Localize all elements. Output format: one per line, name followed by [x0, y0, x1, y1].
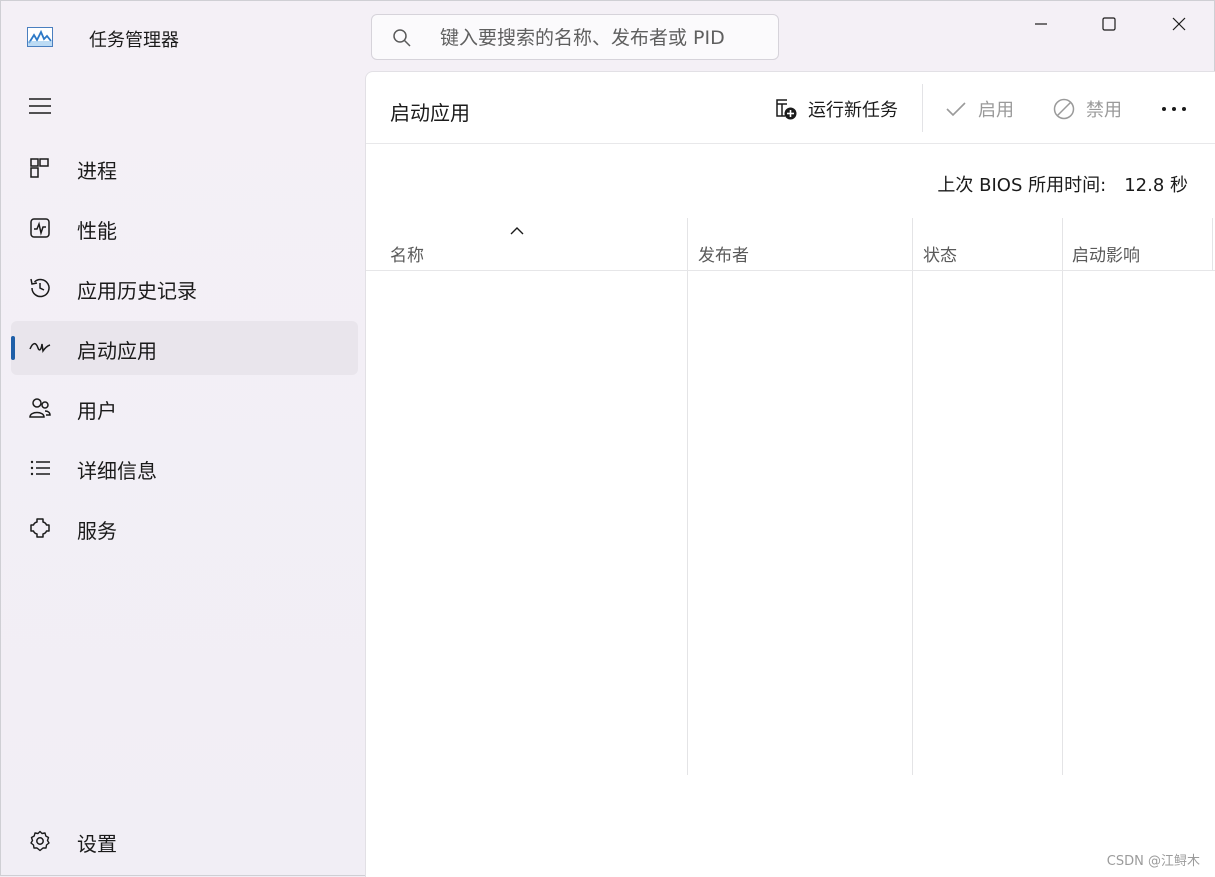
startup-apps-table: 名称 发布者 状态 启动影响 [366, 218, 1215, 778]
users-icon [29, 398, 51, 418]
sidebar-item-label: 服务 [77, 519, 117, 543]
enable-button[interactable]: 启用 [944, 90, 1014, 128]
search-box[interactable] [371, 14, 779, 60]
services-icon [30, 518, 50, 538]
sidebar-item-label: 用户 [77, 399, 117, 423]
column-header-publisher[interactable]: 发布者 [698, 218, 912, 270]
minimize-icon [1035, 23, 1047, 25]
enable-label: 启用 [978, 100, 1014, 121]
page-title: 启动应用 [390, 101, 470, 125]
processes-icon [30, 158, 49, 178]
column-header-label: 发布者 [698, 246, 749, 266]
bios-time: 上次 BIOS 所用时间: 12.8 秒 [937, 171, 1188, 197]
disable-button[interactable]: 禁用 [1052, 90, 1122, 128]
watermark: CSDN @江鲟木 [1106, 854, 1200, 869]
details-icon [30, 460, 50, 476]
close-button[interactable] [1144, 1, 1214, 47]
search-icon [393, 29, 411, 47]
sidebar-item-label: 应用历史记录 [77, 279, 197, 303]
sidebar-item-details[interactable]: 详细信息 [11, 441, 358, 495]
sidebar-item-startup-apps[interactable]: 启动应用 [11, 321, 358, 375]
checkmark-icon [946, 102, 966, 117]
maximize-icon [1102, 17, 1116, 31]
sidebar-item-label: 性能 [77, 219, 117, 243]
maximize-button[interactable] [1074, 1, 1144, 47]
bios-time-value: 12.8 秒 [1124, 175, 1188, 196]
app-title: 任务管理器 [89, 30, 179, 51]
column-header-startup-impact[interactable]: 启动影响 [1072, 218, 1212, 270]
prohibited-icon [1053, 98, 1075, 120]
main-panel: 启动应用 运行新任务 启用 禁用 上次 BIOS 所用时间: 12.8 秒 名称… [365, 71, 1215, 877]
sidebar-item-label: 启动应用 [77, 339, 157, 363]
task-manager-window: 任务管理器 进程 性能 [0, 0, 1215, 877]
history-icon [30, 278, 50, 298]
sidebar-item-processes[interactable]: 进程 [11, 141, 358, 195]
bios-time-label: 上次 BIOS 所用时间: [937, 175, 1107, 196]
run-new-task-icon [776, 99, 797, 120]
column-header-label: 名称 [390, 246, 424, 266]
column-header-label: 状态 [923, 246, 957, 266]
sidebar-item-label: 进程 [77, 159, 117, 183]
run-new-task-button[interactable]: 运行新任务 [774, 90, 898, 128]
close-icon [1172, 17, 1186, 31]
minimize-button[interactable] [1006, 1, 1076, 47]
sidebar-item-label: 详细信息 [77, 459, 157, 483]
toolbar: 启动应用 运行新任务 启用 禁用 [366, 72, 1215, 144]
sidebar-item-app-history[interactable]: 应用历史记录 [11, 261, 358, 315]
column-resize-handle[interactable] [1062, 218, 1063, 775]
sidebar-item-services[interactable]: 服务 [11, 501, 358, 555]
column-header-label: 启动影响 [1072, 246, 1140, 266]
toolbar-divider [922, 84, 923, 132]
run-new-task-label: 运行新任务 [808, 100, 898, 121]
sidebar-item-label: 设置 [77, 832, 117, 856]
gear-icon [30, 830, 50, 852]
column-header-status[interactable]: 状态 [923, 218, 1063, 270]
disable-label: 禁用 [1086, 100, 1122, 121]
more-options-button[interactable] [1160, 90, 1188, 128]
active-indicator [11, 336, 15, 360]
startup-icon [29, 342, 51, 354]
sidebar-item-settings[interactable]: 设置 [11, 814, 358, 868]
sidebar-item-users[interactable]: 用户 [11, 381, 358, 435]
performance-icon [30, 218, 50, 238]
search-input[interactable] [438, 23, 772, 53]
header-divider [366, 270, 1215, 271]
column-resize-handle[interactable] [912, 218, 913, 775]
column-resize-handle[interactable] [1212, 218, 1213, 270]
column-resize-handle[interactable] [687, 218, 688, 775]
sidebar-item-performance[interactable]: 性能 [11, 201, 358, 255]
more-options-icon [1162, 107, 1186, 111]
hamburger-menu-icon[interactable] [27, 93, 53, 119]
task-manager-app-icon [27, 27, 53, 47]
column-header-name[interactable]: 名称 [390, 218, 686, 270]
sort-ascending-icon [510, 227, 524, 235]
